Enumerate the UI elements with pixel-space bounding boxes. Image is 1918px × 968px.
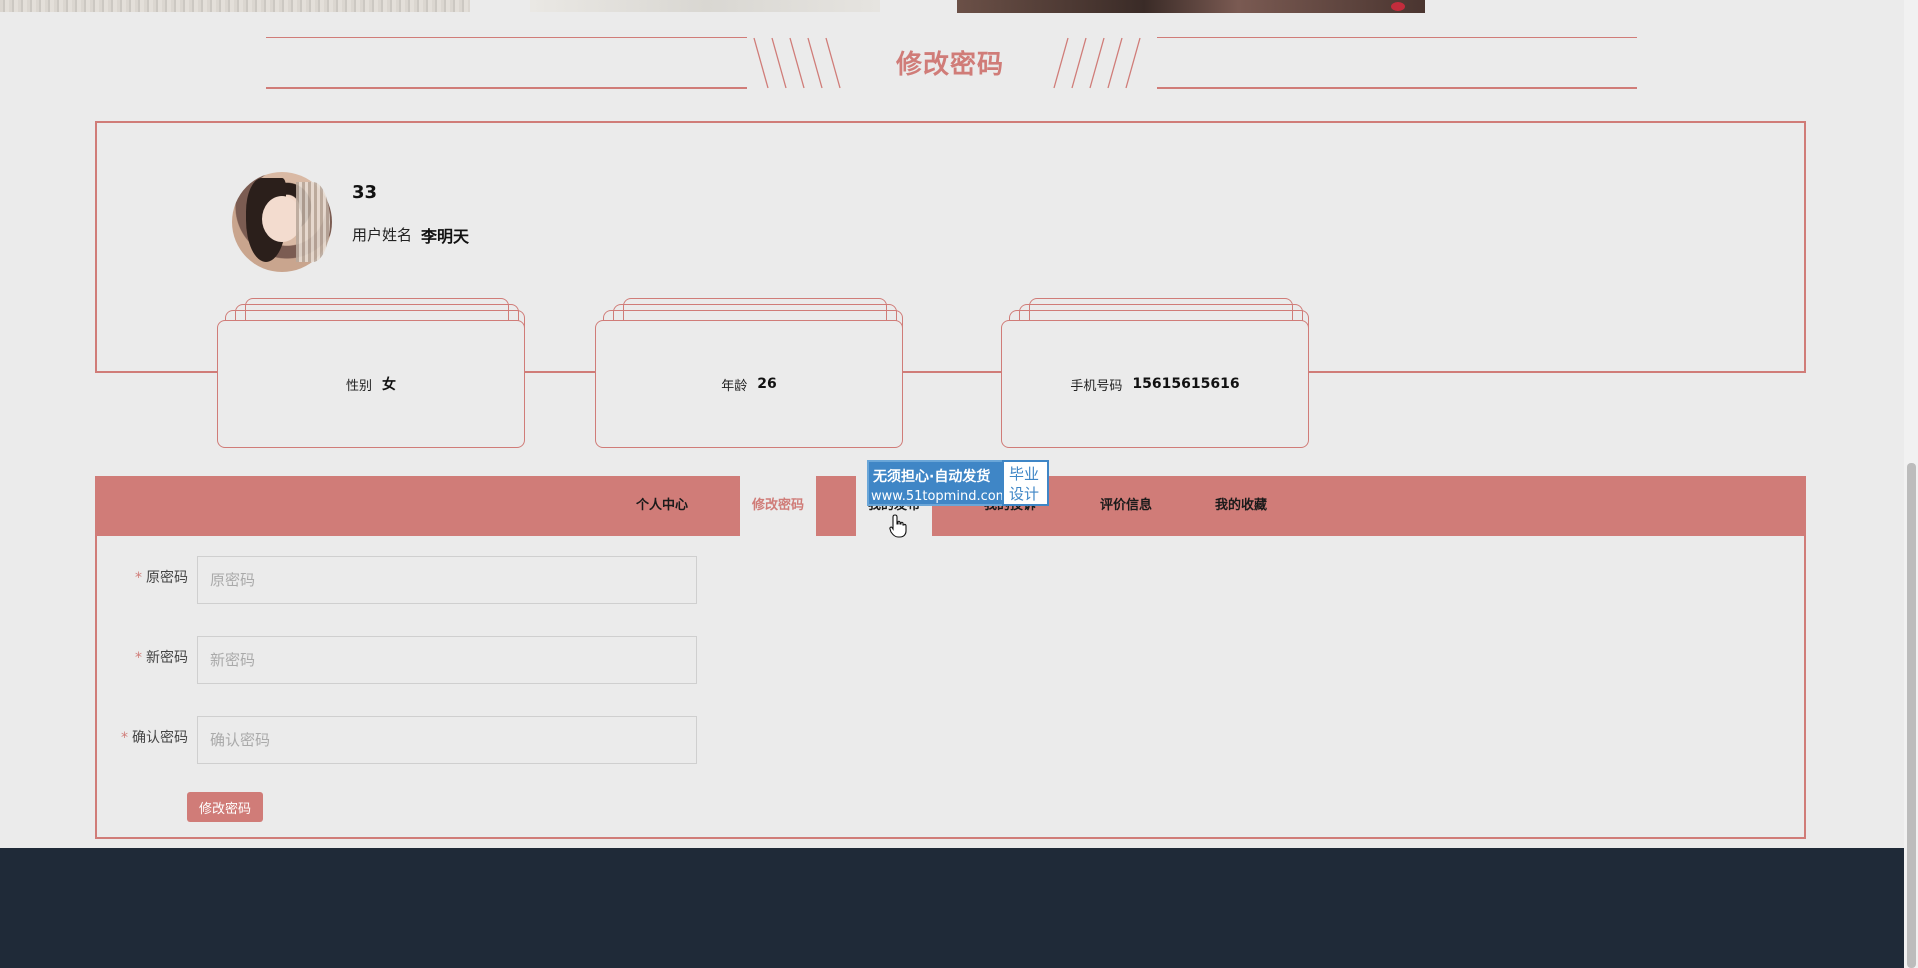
- title-line-bottom-left: [266, 87, 747, 89]
- title-slashes-right: [1053, 37, 1141, 89]
- confirm-password-label: * 确认密码: [121, 730, 188, 746]
- watermark-side2: 设计: [1009, 485, 1040, 503]
- title-line-top-right: [1157, 37, 1637, 38]
- tab-my-favorites[interactable]: 我的收藏: [1201, 476, 1281, 536]
- title-line-top-left: [266, 37, 747, 38]
- info-card-phone: 手机号码 15615615616: [1001, 320, 1309, 448]
- phone-label: 手机号码: [1070, 378, 1123, 394]
- watermark-line1: 无须担心·自动发货: [873, 469, 991, 485]
- scrollbar-thumb[interactable]: [1907, 463, 1916, 968]
- banner-image-right: [957, 0, 1425, 13]
- old-password-input[interactable]: [197, 556, 697, 604]
- age-value: 26: [757, 376, 777, 392]
- gender-value: 女: [382, 377, 396, 393]
- title-line-bottom-right: [1157, 87, 1637, 89]
- new-password-input[interactable]: [197, 636, 697, 684]
- tab-personal-center[interactable]: 个人中心: [622, 476, 702, 536]
- username: 33: [352, 182, 378, 203]
- change-password-button[interactable]: 修改密码: [187, 792, 263, 822]
- banner-image-middle: [530, 0, 880, 12]
- tab-change-password[interactable]: 修改密码: [740, 476, 816, 536]
- realname-label: 用户姓名: [352, 226, 413, 244]
- section-title: 修改密码: [895, 50, 1004, 80]
- info-card-gender: 性别 女: [217, 320, 525, 448]
- new-password-label: * 新密码: [135, 650, 188, 666]
- age-label: 年龄: [721, 378, 748, 394]
- title-slashes-left: [753, 37, 841, 89]
- hand-cursor-icon: [889, 514, 907, 538]
- confirm-password-input[interactable]: [197, 716, 697, 764]
- avatar-background: [296, 182, 330, 262]
- info-card-age: 年龄 26: [595, 320, 903, 448]
- tab-reviews[interactable]: 评价信息: [1086, 476, 1166, 536]
- phone-value: 15615615616: [1132, 376, 1240, 392]
- banner-image-left: [0, 0, 470, 12]
- footer: [0, 848, 1918, 968]
- realname-value: 李明天: [421, 227, 470, 246]
- watermark-url: www.51topmind.com: [871, 489, 1009, 504]
- gender-label: 性别: [345, 378, 372, 394]
- watermark-side1: 毕业: [1009, 465, 1040, 483]
- old-password-label: * 原密码: [135, 570, 188, 586]
